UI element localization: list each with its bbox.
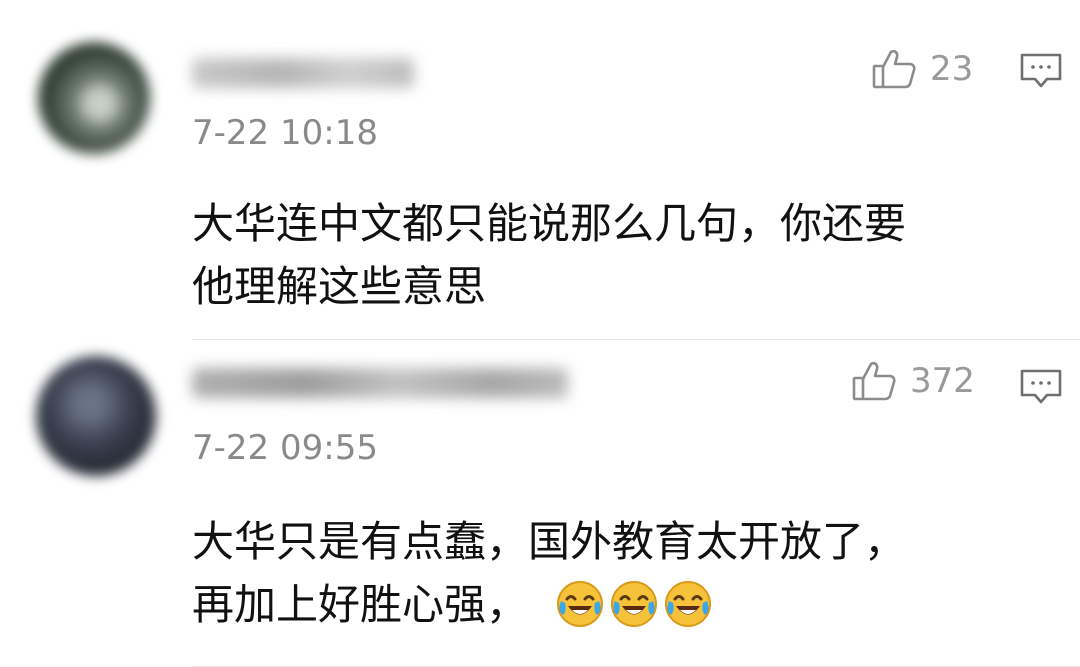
avatar[interactable] bbox=[38, 42, 150, 154]
comment-bubble-icon[interactable] bbox=[1019, 52, 1063, 90]
crying-laughing-emoji bbox=[555, 579, 605, 629]
comment-text-line: 他理解这些意思 bbox=[192, 262, 487, 311]
comment-text-line: 大华只是有点蠢，国外教育太开放了， bbox=[192, 517, 907, 566]
crying-laughing-emoji bbox=[663, 579, 713, 629]
comment-item: 7-22 09:55 372 大华只是有点蠢，国外教育太开放了， 再加上好胜心强… bbox=[0, 340, 1080, 667]
comment-body: 大华只是有点蠢，国外教育太开放了， 再加上好胜心强， bbox=[192, 510, 1042, 636]
thumbs-up-icon bbox=[852, 360, 896, 402]
like-button[interactable]: 372 bbox=[852, 360, 975, 402]
like-button[interactable]: 23 bbox=[872, 48, 973, 90]
username-blurred[interactable] bbox=[192, 368, 568, 398]
comment-text-line: 再加上好胜心强， bbox=[192, 580, 529, 629]
avatar[interactable] bbox=[36, 356, 156, 476]
comment-text-line-with-emoji: 再加上好胜心强， bbox=[192, 573, 1042, 636]
thumbs-up-icon bbox=[872, 48, 916, 90]
comment-timestamp: 7-22 10:18 bbox=[192, 113, 378, 153]
comment-item: 7-22 10:18 23 大华连中文都只能说那么几句，你还要 他理解这些意思 bbox=[0, 0, 1080, 340]
comment-timestamp: 7-22 09:55 bbox=[192, 428, 378, 468]
username-blurred[interactable] bbox=[192, 58, 414, 88]
comment-text-line: 大华连中文都只能说那么几句，你还要 bbox=[192, 199, 907, 248]
comment-body: 大华连中文都只能说那么几句，你还要 他理解这些意思 bbox=[192, 192, 1042, 318]
crying-laughing-emoji bbox=[609, 579, 659, 629]
comment-bubble-icon[interactable] bbox=[1019, 368, 1063, 406]
emoji-row bbox=[555, 579, 713, 629]
like-count: 372 bbox=[910, 361, 975, 401]
like-count: 23 bbox=[930, 49, 974, 89]
